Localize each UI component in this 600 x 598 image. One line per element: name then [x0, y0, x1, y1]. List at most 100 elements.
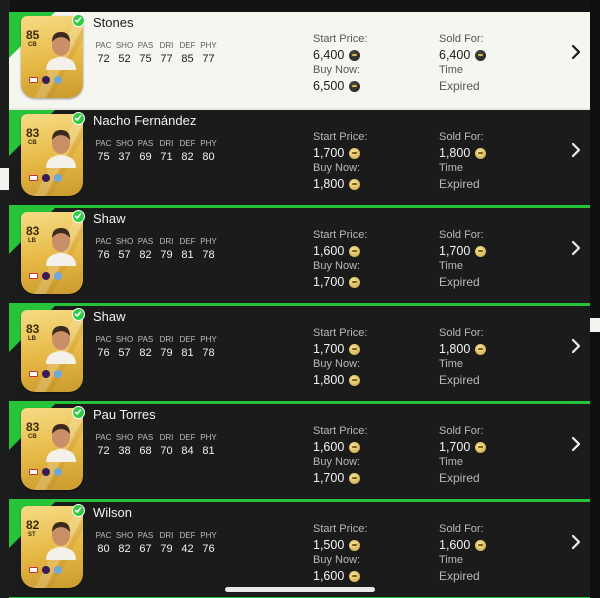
stat-value: 71 — [160, 151, 173, 163]
stat-value: 75 — [139, 53, 152, 65]
card-badges — [29, 174, 62, 182]
stat-label: DEF — [179, 139, 196, 148]
time-value: Expired — [439, 177, 480, 191]
stat-pas: PAS 68 — [135, 433, 156, 457]
club-badge-icon — [54, 370, 62, 378]
coin-icon — [475, 343, 487, 355]
stat-def: DEF 81 — [177, 237, 198, 261]
check-icon — [72, 504, 85, 517]
sale-column: Sold For: 1,800 Time Expired — [439, 131, 487, 193]
stat-value: 68 — [139, 445, 152, 457]
player-portrait — [46, 326, 76, 364]
price-column: Start Price: 1,700 Buy Now: 1,800 — [313, 327, 367, 389]
stat-value: 84 — [181, 445, 194, 457]
stat-value: 80 — [97, 543, 110, 555]
time-label: Time — [439, 358, 464, 370]
stat-def: DEF 84 — [177, 433, 198, 457]
transfer-list-item[interactable]: 83 LB Shaw PAC 76 SHO 57 PAS 82 DRI 79 DEF 81 PHY 7… — [9, 306, 590, 404]
stat-def: DEF 42 — [177, 531, 198, 555]
player-card[interactable]: 83 LB — [21, 212, 83, 294]
stat-value: 76 — [97, 347, 110, 359]
player-stats: PAC 75 SHO 37 PAS 69 DRI 71 DEF 82 PHY 80 — [93, 139, 219, 163]
buy-now-label: Buy Now: — [313, 162, 361, 174]
player-card[interactable]: 82 ST — [21, 506, 83, 588]
player-name: Pau Torres — [93, 407, 156, 422]
stat-label: PAS — [137, 237, 154, 246]
stat-phy: PHY 80 — [198, 139, 219, 163]
player-position: LB — [28, 238, 36, 244]
club-badge-icon — [54, 76, 62, 84]
stat-def: DEF 81 — [177, 335, 198, 359]
stat-def: DEF 85 — [177, 41, 198, 65]
player-rating: 83 — [26, 420, 40, 434]
stat-value: 75 — [97, 151, 110, 163]
transfer-list-item[interactable]: 83 LB Shaw PAC 76 SHO 57 PAS 82 DRI 79 DEF 81 PHY 7… — [9, 208, 590, 306]
price-column: Start Price: 1,700 Buy Now: 1,800 — [313, 131, 367, 193]
time-value: Expired — [439, 275, 480, 289]
stat-value: 72 — [97, 53, 110, 65]
buy-now-value: 1,700 — [313, 273, 367, 291]
player-card[interactable]: 83 LB — [21, 310, 83, 392]
player-card[interactable]: 85 CB — [21, 16, 83, 98]
player-stats: PAC 72 SHO 52 PAS 75 DRI 77 DEF 85 PHY 77 — [93, 41, 219, 65]
stat-value: 82 — [139, 249, 152, 261]
chevron-right-icon[interactable] — [569, 337, 583, 355]
transfer-list-item[interactable]: 82 ST Wilson PAC 80 SHO 82 PAS 67 DRI 79 DEF 42 PH… — [9, 502, 590, 598]
buy-now-label: Buy Now: — [313, 358, 361, 370]
transfer-list-item[interactable]: 83 CB Nacho Fernández PAC 75 SHO 37 PAS 69 DRI… — [9, 110, 590, 208]
club-badge-icon — [54, 174, 62, 182]
sale-column: Sold For: 1,700 Time Expired — [439, 229, 487, 291]
stat-label: PAS — [137, 41, 154, 50]
coin-icon — [475, 245, 487, 257]
player-position: CB — [28, 42, 37, 48]
chevron-right-icon[interactable] — [569, 239, 583, 257]
stat-value: 81 — [181, 249, 194, 261]
league-badge-icon — [42, 272, 50, 280]
stat-pas: PAS 82 — [135, 237, 156, 261]
stat-dri: DRI 79 — [156, 335, 177, 359]
buy-now-label: Buy Now: — [313, 260, 361, 272]
chevron-right-icon[interactable] — [569, 533, 583, 551]
stat-label: DRI — [159, 433, 174, 442]
stat-dri: DRI 77 — [156, 41, 177, 65]
player-stats: PAC 76 SHO 57 PAS 82 DRI 79 DEF 81 PHY 78 — [93, 237, 219, 261]
chevron-right-icon[interactable] — [569, 435, 583, 453]
card-badges — [29, 566, 62, 574]
home-indicator[interactable] — [225, 587, 375, 592]
player-name: Nacho Fernández — [93, 113, 197, 128]
stat-label: DRI — [159, 41, 174, 50]
transfer-list-item[interactable]: 85 CB Stones PAC 72 SHO 52 PAS 75 DRI 77 DEF 85 PH… — [9, 12, 590, 110]
price-column: Start Price: 1,500 Buy Now: 1,600 — [313, 523, 367, 585]
stat-pas: PAS 82 — [135, 335, 156, 359]
stat-value: 76 — [202, 543, 215, 555]
chevron-right-icon[interactable] — [569, 43, 583, 61]
card-badges — [29, 272, 62, 280]
sold-for-value: 6,400 — [439, 46, 487, 64]
player-name: Wilson — [93, 505, 133, 520]
league-badge-icon — [42, 566, 50, 574]
stat-label: SHO — [115, 531, 134, 540]
player-stats: PAC 76 SHO 57 PAS 82 DRI 79 DEF 81 PHY 78 — [93, 335, 219, 359]
time-label: Time — [439, 260, 464, 272]
player-stats: PAC 80 SHO 82 PAS 67 DRI 79 DEF 42 PHY 76 — [93, 531, 219, 555]
time-value: Expired — [439, 471, 480, 485]
player-rating: 83 — [26, 322, 40, 336]
transfer-list-item[interactable]: 83 CB Pau Torres PAC 72 SHO 38 PAS 68 DRI 70 DEF… — [9, 404, 590, 502]
buy-now-label: Buy Now: — [313, 554, 361, 566]
sold-for-value: 1,700 — [439, 438, 487, 456]
player-card[interactable]: 83 CB — [21, 408, 83, 490]
chevron-right-icon[interactable] — [569, 141, 583, 159]
time-label: Time — [439, 162, 464, 174]
check-icon — [72, 112, 85, 125]
stat-label: DEF — [179, 237, 196, 246]
stat-label: PAS — [137, 139, 154, 148]
buy-now-value: 1,600 — [313, 567, 367, 585]
coin-icon — [349, 570, 361, 582]
coin-icon — [475, 147, 487, 159]
time-value: Expired — [439, 373, 480, 387]
nation-flag-icon — [29, 273, 38, 279]
stat-pac: PAC 72 — [93, 433, 114, 457]
stat-pas: PAS 75 — [135, 41, 156, 65]
player-card[interactable]: 83 CB — [21, 114, 83, 196]
stat-value: 78 — [202, 347, 215, 359]
